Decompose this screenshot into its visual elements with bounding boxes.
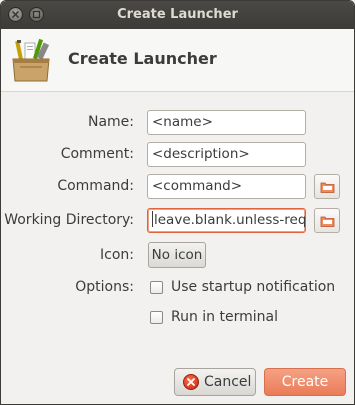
folder-icon xyxy=(320,182,335,193)
window-title: Create Launcher xyxy=(117,7,238,22)
create-button[interactable]: Create xyxy=(264,368,346,396)
options-label: Options: xyxy=(75,279,134,295)
browse-directory-button[interactable] xyxy=(314,208,340,233)
folder-icon xyxy=(320,216,335,227)
command-field[interactable]: <command> xyxy=(147,174,306,199)
working-directory-label: Working Directory: xyxy=(4,212,134,228)
comment-label: Comment: xyxy=(60,146,134,162)
dialog-heading: Create Launcher xyxy=(68,49,217,68)
dialog-header: Create Launcher xyxy=(1,29,354,92)
cancel-button-label: Cancel xyxy=(204,374,252,390)
working-directory-field[interactable]: leave.blank.unless-reqd xyxy=(147,208,306,233)
title-bar: Create Launcher xyxy=(1,1,354,29)
name-field[interactable]: <name> xyxy=(147,110,306,135)
run-in-terminal-label[interactable]: Run in terminal xyxy=(171,309,278,325)
cancel-button[interactable]: Cancel xyxy=(174,368,256,396)
startup-notification-checkbox[interactable] xyxy=(150,281,163,294)
command-label: Command: xyxy=(57,178,134,194)
choose-icon-button[interactable]: No icon xyxy=(148,242,206,268)
launcher-box-icon xyxy=(12,38,50,82)
name-label: Name: xyxy=(87,114,134,130)
browse-command-button[interactable] xyxy=(314,174,340,199)
icon-label: Icon: xyxy=(100,247,134,263)
working-directory-value: leave.blank.unless-reqd xyxy=(154,212,306,228)
cancel-icon xyxy=(183,374,199,390)
startup-notification-label[interactable]: Use startup notification xyxy=(171,279,335,295)
run-in-terminal-checkbox[interactable] xyxy=(150,311,163,324)
create-launcher-dialog: Create Launcher Create Launcher Name: <n… xyxy=(0,0,355,405)
text-cursor xyxy=(152,211,153,227)
comment-field[interactable]: <description> xyxy=(147,142,306,167)
